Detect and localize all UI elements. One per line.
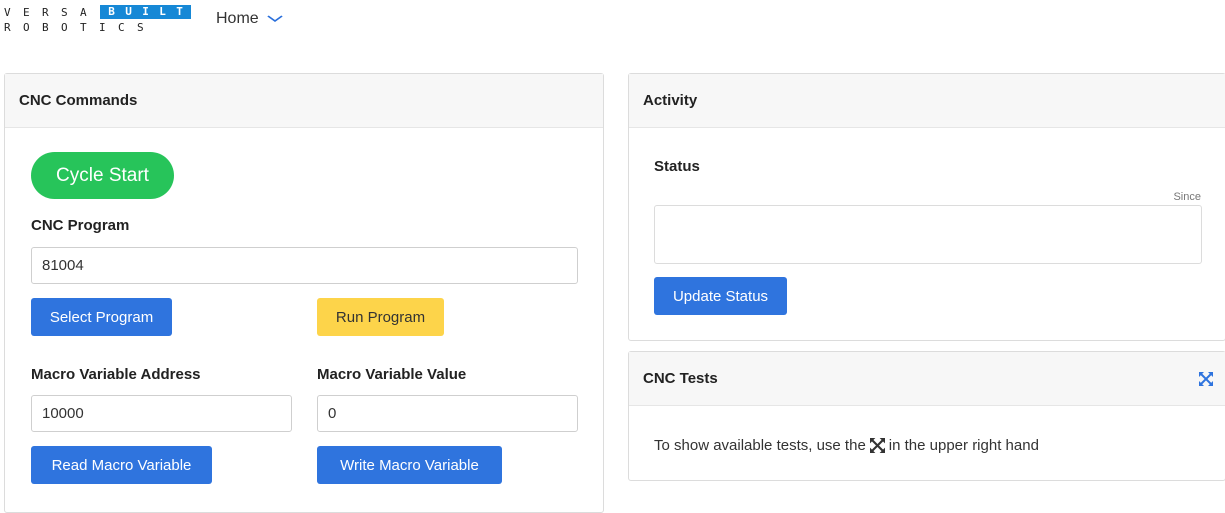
read-macro-variable-button[interactable]: Read Macro Variable bbox=[31, 446, 212, 484]
logo-letter: I bbox=[142, 5, 149, 18]
expand-icon[interactable] bbox=[1199, 371, 1213, 386]
status-label: Status bbox=[654, 158, 700, 175]
cycle-start-button[interactable]: Cycle Start bbox=[31, 152, 174, 199]
logo-built-block: B U I L T bbox=[100, 5, 191, 19]
cnc-commands-header: CNC Commands bbox=[5, 74, 603, 128]
activity-card: Activity Status Since Update Status bbox=[628, 73, 1225, 341]
logo-letter: T bbox=[176, 5, 183, 18]
cnc-tests-title: CNC Tests bbox=[643, 370, 718, 387]
macro-variable-value-label: Macro Variable Value bbox=[317, 366, 467, 383]
logo-letter: V bbox=[4, 5, 11, 19]
update-status-button[interactable]: Update Status bbox=[654, 277, 787, 315]
cnc-commands-card: CNC Commands Cycle Start CNC Program 810… bbox=[4, 73, 604, 513]
status-display-box bbox=[654, 205, 1202, 264]
macro-variable-value-input[interactable]: 0 bbox=[317, 395, 578, 432]
logo-letter: T bbox=[80, 21, 87, 34]
logo-letter: B bbox=[108, 5, 115, 18]
since-label: Since bbox=[1173, 191, 1201, 203]
logo-letter: O bbox=[23, 21, 30, 34]
cnc-tests-hint-before: To show available tests, use the bbox=[654, 437, 866, 454]
activity-header: Activity bbox=[629, 74, 1225, 128]
logo-letter: R bbox=[4, 21, 11, 34]
cnc-commands-title: CNC Commands bbox=[19, 92, 138, 109]
macro-variable-address-input[interactable]: 10000 bbox=[31, 395, 292, 432]
logo-letter: I bbox=[99, 21, 106, 34]
logo-row-versa-built: V E R S A B U I L T bbox=[4, 5, 191, 19]
logo-letter: O bbox=[61, 21, 68, 34]
logo-letter: A bbox=[80, 5, 87, 19]
cnc-tests-card: CNC Tests To show available tests, use t… bbox=[628, 351, 1225, 481]
expand-icon bbox=[869, 438, 885, 453]
logo-letter: U bbox=[125, 5, 132, 18]
cnc-tests-hint-after: in the upper right hand bbox=[888, 437, 1039, 454]
cnc-tests-hint: To show available tests, use the in the … bbox=[654, 437, 1039, 454]
activity-title: Activity bbox=[643, 92, 698, 109]
cnc-program-input[interactable]: 81004 bbox=[31, 247, 578, 284]
logo-letter: S bbox=[137, 21, 144, 34]
select-program-button[interactable]: Select Program bbox=[31, 298, 172, 336]
logo-letter: R bbox=[42, 5, 49, 19]
cnc-tests-header: CNC Tests bbox=[629, 352, 1225, 406]
cnc-program-label: CNC Program bbox=[31, 217, 130, 234]
run-program-button[interactable]: Run Program bbox=[317, 298, 444, 336]
logo-letter: L bbox=[159, 5, 166, 18]
logo-letter: C bbox=[118, 21, 125, 34]
logo-letter: B bbox=[42, 21, 49, 34]
macro-variable-address-label: Macro Variable Address bbox=[31, 366, 201, 383]
nav-home-dropdown[interactable]: Home bbox=[216, 10, 283, 28]
logo-letter: E bbox=[23, 5, 30, 19]
chevron-down-icon bbox=[266, 12, 283, 26]
nav-home-label: Home bbox=[216, 10, 259, 27]
versabuilt-logo[interactable]: V E R S A B U I L T R O B O T I C S bbox=[4, 3, 191, 37]
logo-letter: S bbox=[61, 5, 68, 19]
write-macro-variable-button[interactable]: Write Macro Variable bbox=[317, 446, 502, 484]
logo-row-robotics: R O B O T I C S bbox=[4, 21, 156, 34]
